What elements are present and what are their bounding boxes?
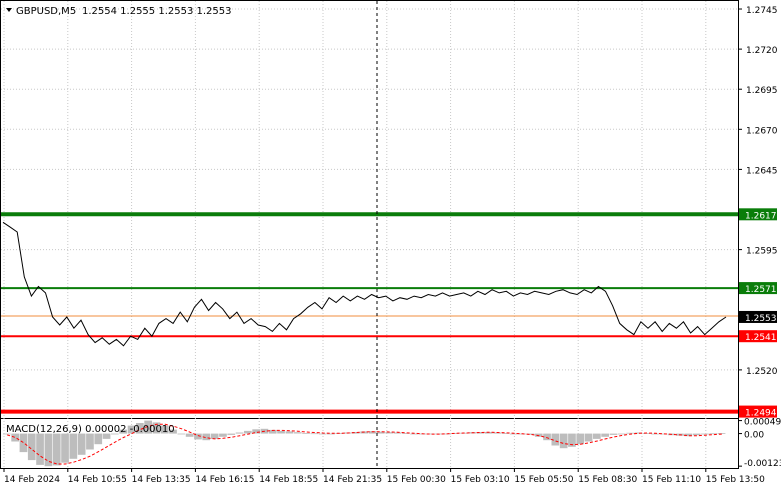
time-axis: 14 Feb 2024 14 Feb 10:55 14 Feb 13:35 14 Fe… <box>3 468 765 485</box>
time-tick-label: 15 Feb 00:30 <box>387 475 446 485</box>
macd-histogram-bar <box>584 433 593 442</box>
time-tick-label: 14 Feb 2024 <box>4 475 60 485</box>
current-price-label: 1.2553 <box>745 314 777 324</box>
macd-histogram-bar <box>277 430 285 434</box>
macd-histogram-bar <box>36 433 44 465</box>
price-tick-label: 1.2645 <box>746 166 778 176</box>
macd-tick-label: -0.00123 <box>744 459 781 469</box>
macd-histogram-bar <box>219 433 227 437</box>
price-tick-label: 1.2520 <box>746 367 778 377</box>
macd-histogram-bar <box>318 433 327 435</box>
price-panel-frame <box>0 0 739 419</box>
time-tick-label: 14 Feb 18:55 <box>259 475 318 485</box>
time-tick-label: 15 Feb 05:50 <box>514 475 573 485</box>
macd-histogram-bar <box>19 433 28 453</box>
time-tick-label: 15 Feb 13:50 <box>706 475 765 485</box>
macd-histogram-bar <box>177 433 186 435</box>
macd-histogram-bar <box>626 432 634 434</box>
macd-axis: 0.00049 0.00 -0.00123 <box>738 418 781 469</box>
trading-chart[interactable]: 1.2745 1.2720 1.2695 1.2670 1.2645 1.2595 1.25… <box>0 0 781 489</box>
price-tick-label: 1.2695 <box>746 86 778 96</box>
price-tick-label: 1.2670 <box>746 126 778 136</box>
time-tick-label: 15 Feb 08:30 <box>578 475 637 485</box>
level-price-label: 1.2617 <box>745 211 777 221</box>
macd-histogram-bar <box>235 432 244 434</box>
macd-histogram-bar <box>244 430 252 434</box>
macd-histogram-bar <box>576 433 585 445</box>
time-tick-label: 14 Feb 21:35 <box>323 475 382 485</box>
chart-svg[interactable]: 1.2745 1.2720 1.2695 1.2670 1.2645 1.2595 1.25… <box>0 0 781 489</box>
chart-header: GBPUSD,M5 1.2554 1.2555 1.2553 1.2553 <box>6 6 232 17</box>
macd-histogram-bar <box>310 433 319 435</box>
macd-histogram-bar <box>302 433 310 434</box>
time-tick-label: 14 Feb 10:55 <box>68 475 127 485</box>
level-price-label: 1.2541 <box>745 333 777 343</box>
macd-histogram-bar <box>185 433 194 437</box>
macd-histogram-bar <box>559 433 568 449</box>
macd-tick-label: 0.00049 <box>744 418 781 428</box>
price-tick-label: 1.2720 <box>746 46 778 56</box>
macd-histogram-bar <box>601 433 609 437</box>
macd-histogram-bar <box>210 433 219 439</box>
ohlc-values: 1.2554 1.2555 1.2553 1.2553 <box>82 6 232 17</box>
macd-tick-label: 0.00 <box>744 431 764 441</box>
symbol-label: GBPUSD,M5 <box>16 6 76 17</box>
level-price-label: 1.2571 <box>745 285 777 295</box>
macd-histogram-bar <box>61 433 69 463</box>
macd-histogram-bar <box>543 433 551 441</box>
macd-histogram-bar <box>52 433 61 466</box>
macd-histogram-bar <box>609 433 618 435</box>
macd-histogram-bar <box>69 433 78 459</box>
macd-histogram-bar <box>293 432 302 434</box>
time-tick-label: 14 Feb 16:15 <box>195 475 254 485</box>
macd-histogram-bar <box>86 433 94 450</box>
price-tick-label: 1.2745 <box>746 6 778 16</box>
macd-histogram-bar <box>285 431 294 434</box>
macd-histogram-bar <box>227 433 236 435</box>
time-tick-label: 14 Feb 13:35 <box>132 475 191 485</box>
macd-histogram-bar <box>77 433 86 455</box>
macd-histogram-bar <box>94 433 103 445</box>
macd-histogram-bar <box>701 433 709 435</box>
price-tick-label: 1.2595 <box>746 247 778 257</box>
macd-histogram-bar <box>593 433 601 439</box>
macd-label: MACD(12,26,9) 0.00002 -0.00010 <box>6 424 175 435</box>
macd-histogram-bar <box>692 433 701 436</box>
macd-histogram-bar <box>618 433 626 435</box>
macd-histogram-bar <box>44 433 53 467</box>
time-tick-label: 15 Feb 03:10 <box>451 475 510 485</box>
time-tick-label: 15 Feb 11:10 <box>642 475 701 485</box>
price-axis: 1.2745 1.2720 1.2695 1.2670 1.2645 1.2595 1.25… <box>738 6 778 419</box>
